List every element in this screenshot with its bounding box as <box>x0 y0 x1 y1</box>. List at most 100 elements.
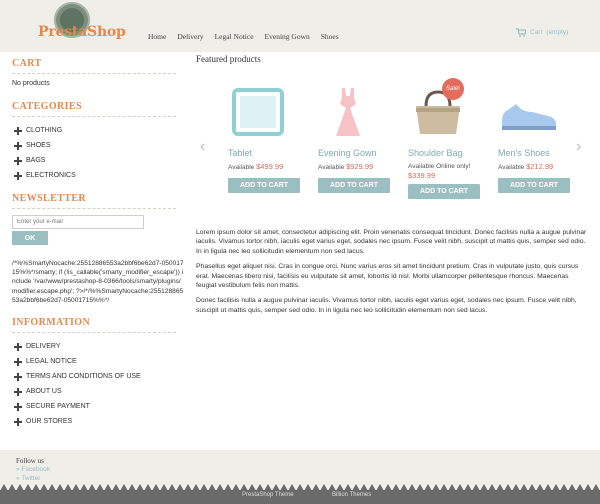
info-label: LEGAL NOTICE <box>26 358 77 366</box>
categories-block: CATEGORIES CLOTHING SHOES BAGS ELECTRONI… <box>12 101 176 183</box>
info-secure-payment[interactable]: SECURE PAYMENT <box>12 399 176 414</box>
site-header: PrestaShop Home Delivery Legal Notice Ev… <box>0 0 600 52</box>
info-delivery[interactable]: DELIVERY <box>12 339 176 354</box>
info-label: DELIVERY <box>26 343 61 351</box>
editorial-description: Lorem ipsum dolor sit amet, consectetur … <box>196 228 588 315</box>
footer-credit-author[interactable]: Billion Themes <box>332 492 371 498</box>
plus-icon <box>14 402 22 411</box>
category-label: ELECTRONICS <box>26 172 76 179</box>
product-availability: Available <box>498 164 525 171</box>
plus-icon <box>14 417 22 426</box>
nav-home[interactable]: Home <box>148 32 166 41</box>
newsletter-email-input[interactable] <box>12 215 144 229</box>
description-paragraph: Donec facilisis nulla a augue pulvinar i… <box>196 297 577 314</box>
twitter-link[interactable]: » Twitter <box>16 475 40 482</box>
product-availability: Available <box>318 164 345 171</box>
header-cart-status: (empty) <box>546 29 569 36</box>
carousel-next-icon[interactable]: › <box>576 138 581 156</box>
smarty-debug-text: /*%%SmartyNocache:25512886553a2bbf6be62d… <box>12 260 184 304</box>
plus-icon <box>14 126 22 135</box>
facebook-link[interactable]: » Facebook <box>16 466 50 473</box>
nav-evening-gown[interactable]: Evening Gown <box>265 32 310 41</box>
product-name[interactable]: Shoulder Bag <box>408 148 494 158</box>
nav-legal-notice[interactable]: Legal Notice <box>215 32 254 41</box>
shopping-cart-icon <box>516 28 526 37</box>
product-image[interactable] <box>498 82 558 142</box>
product-price: $499.99 <box>256 162 284 171</box>
product-card-shoulder-bag: Sale! Shoulder Bag Available Online only… <box>408 78 494 199</box>
header-cart-link[interactable]: Cart (empty) <box>516 28 568 37</box>
left-sidebar: CART No products CATEGORIES CLOTHING SHO… <box>12 58 184 439</box>
plus-icon <box>14 387 22 396</box>
plus-icon <box>14 357 22 366</box>
category-electronics[interactable]: ELECTRONICS <box>12 168 176 183</box>
shoe-icon <box>502 104 556 130</box>
product-price-line: Available $212.99 <box>498 162 584 172</box>
main-nav: Home Delivery Legal Notice Evening Gown … <box>148 32 350 41</box>
cart-empty-text: No products <box>12 80 50 87</box>
info-legal-notice[interactable]: LEGAL NOTICE <box>12 354 176 369</box>
info-terms[interactable]: TERMS AND CONDITIONS OF USE <box>12 369 176 384</box>
footer-bottom-bar <box>0 490 600 504</box>
site-logo[interactable]: PrestaShop <box>38 2 126 44</box>
logo-wordmark: PrestaShop <box>38 24 126 40</box>
product-name[interactable]: Men's Shoes <box>498 148 584 158</box>
follow-us-heading: Follow us <box>16 457 44 465</box>
info-label: SECURE PAYMENT <box>26 403 90 411</box>
category-label: CLOTHING <box>26 127 63 134</box>
product-price-line: Available $499.99 <box>228 162 314 172</box>
plus-icon <box>14 372 22 381</box>
nav-shoes[interactable]: Shoes <box>321 32 339 41</box>
newsletter-block: NEWSLETTER OK <box>12 193 176 245</box>
plus-icon <box>14 171 22 180</box>
info-our-stores[interactable]: OUR STORES <box>12 414 176 429</box>
newsletter-block-title: NEWSLETTER <box>12 193 176 209</box>
footer-credit-theme[interactable]: PrestaShop Theme <box>242 492 294 498</box>
info-label: TERMS AND CONDITIONS OF USE <box>26 373 141 381</box>
product-name[interactable]: Tablet <box>228 148 314 158</box>
plus-icon <box>14 342 22 351</box>
product-card-evening-gown: Evening Gown Available $929.99 ADD TO CA… <box>318 82 404 193</box>
featured-products-title: Featured products <box>196 54 261 64</box>
product-availability: Available <box>228 164 255 171</box>
category-clothing[interactable]: CLOTHING <box>12 123 176 138</box>
add-to-cart-button[interactable]: ADD TO CART <box>498 178 570 193</box>
add-to-cart-button[interactable]: ADD TO CART <box>408 184 480 199</box>
category-shoes[interactable]: SHOES <box>12 138 176 153</box>
info-about-us[interactable]: ABOUT US <box>12 384 176 399</box>
product-image[interactable] <box>318 82 378 142</box>
featured-carousel: ‹ Tablet Available $499.99 ADD TO CART E… <box>196 68 594 214</box>
main-content: Featured products ‹ Tablet Available $49… <box>196 54 594 321</box>
category-label: BAGS <box>26 157 46 164</box>
information-block-title: INFORMATION <box>12 317 176 334</box>
add-to-cart-button[interactable]: ADD TO CART <box>228 178 300 193</box>
header-zigzag-edge <box>0 44 600 51</box>
description-paragraph: Lorem ipsum dolor sit amet, consectetur … <box>196 229 587 255</box>
plus-icon <box>14 156 22 165</box>
nav-delivery[interactable]: Delivery <box>177 32 203 41</box>
product-price: $339.99 <box>408 171 436 180</box>
info-label: OUR STORES <box>26 418 73 426</box>
description-paragraph: Phasellus eget aliquet nisi. Cras in con… <box>196 263 579 290</box>
product-availability: Available Online only! <box>408 163 471 170</box>
product-image[interactable]: Sale! <box>408 78 468 142</box>
product-card-tablet: Tablet Available $499.99 ADD TO CART <box>228 82 314 193</box>
plus-icon <box>14 141 22 150</box>
product-price-line: Available $929.99 <box>318 162 404 172</box>
cart-block-title: CART <box>12 58 176 74</box>
product-price: $212.99 <box>526 162 554 171</box>
product-name[interactable]: Evening Gown <box>318 148 404 158</box>
product-price: $929.99 <box>346 162 374 171</box>
category-bags[interactable]: BAGS <box>12 153 176 168</box>
add-to-cart-button[interactable]: ADD TO CART <box>318 178 390 193</box>
category-label: SHOES <box>26 142 51 149</box>
product-card-mens-shoes: Men's Shoes Available $212.99 ADD TO CAR… <box>498 82 584 193</box>
information-block: INFORMATION DELIVERY LEGAL NOTICE TERMS … <box>12 317 176 429</box>
dress-icon <box>336 88 360 136</box>
categories-block-title: CATEGORIES <box>12 101 176 117</box>
carousel-prev-icon[interactable]: ‹ <box>200 138 205 156</box>
newsletter-ok-button[interactable]: OK <box>12 231 48 245</box>
info-label: ABOUT US <box>26 388 62 396</box>
header-cart-label: Cart <box>530 29 543 36</box>
product-image[interactable] <box>228 82 288 142</box>
